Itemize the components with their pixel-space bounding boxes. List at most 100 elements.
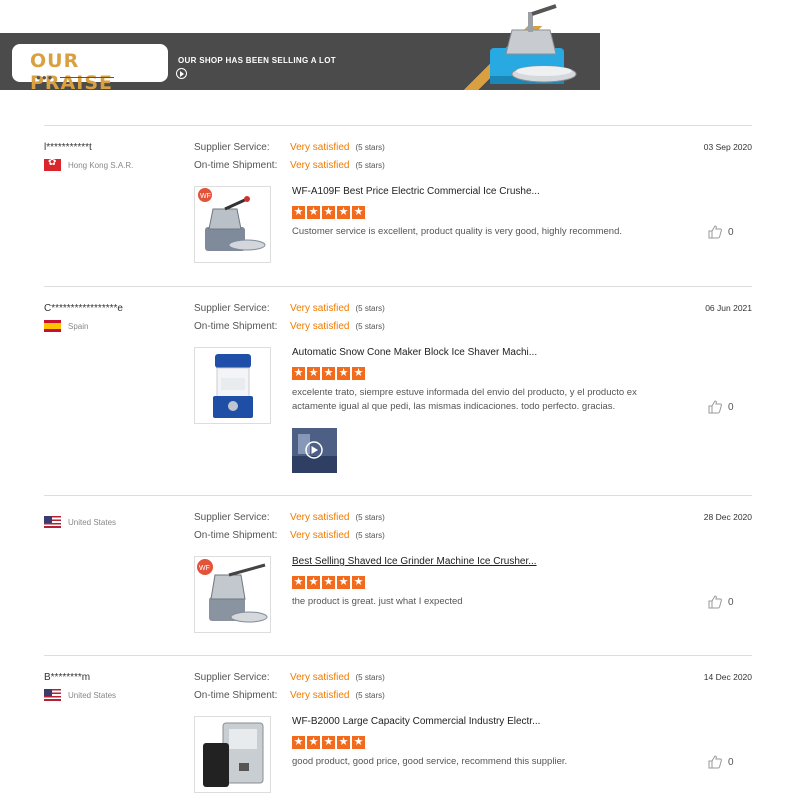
reviewer-name: l***********t [44, 142, 92, 153]
product-thumbnail[interactable] [194, 716, 271, 793]
review-comment: Customer service is excellent, product q… [292, 226, 623, 237]
star-icon: ★ [337, 206, 350, 219]
star-icon: ★ [352, 576, 365, 589]
rating-label: On-time Shipment: [194, 321, 278, 332]
thumbs-up-icon [708, 755, 722, 769]
ice-grinder-image: WF [197, 559, 268, 623]
like-count: 0 [728, 596, 734, 608]
star-icon: ★ [337, 576, 350, 589]
star-icon: ★ [337, 736, 350, 749]
es-flag-icon [44, 320, 61, 332]
rating-label: On-time Shipment: [194, 530, 278, 541]
like-count: 0 [728, 756, 734, 768]
rating-stars-text: (5 stars) [355, 304, 385, 313]
thumbs-up-icon [708, 595, 722, 609]
rating-stars-text: (5 stars) [355, 691, 385, 700]
product-title-link[interactable]: WF-A109F Best Price Electric Commercial … [292, 186, 540, 197]
reviewer-country: United States [44, 689, 116, 701]
like-button[interactable]: 0 [708, 595, 734, 609]
star-icon: ★ [337, 367, 350, 380]
star-icon: ★ [307, 576, 320, 589]
review-date: 06 Jun 2021 [705, 303, 752, 313]
shipment-rating: On-time Shipment: Very satisfied (5 stars) [194, 530, 385, 541]
reviewer-name: C*****************e [44, 303, 123, 314]
rating-stars-text: (5 stars) [355, 513, 385, 522]
rating-label: On-time Shipment: [194, 160, 278, 171]
star-icon: ★ [307, 206, 320, 219]
review-item: l***********t Hong Kong S.A.R. Supplier … [44, 125, 752, 285]
play-icon [292, 428, 337, 473]
rating-stars-text: (5 stars) [355, 322, 385, 331]
rating-value: Very satisfied [290, 142, 350, 153]
like-button[interactable]: 0 [708, 400, 734, 414]
rating-label: On-time Shipment: [194, 690, 278, 701]
snow-cone-maker-image [213, 354, 253, 418]
country-name: Spain [68, 321, 89, 331]
supplier-service-rating: Supplier Service: Very satisfied (5 stars) [194, 512, 385, 523]
product-thumbnail[interactable] [194, 347, 271, 424]
rating-value: Very satisfied [290, 512, 350, 523]
rating-value: Very satisfied [290, 530, 350, 541]
product-thumbnail[interactable]: WF [194, 556, 271, 633]
product-title-link[interactable]: Best Selling Shaved Ice Grinder Machine … [292, 556, 537, 567]
review-comment: excelente trato, siempre estuve informad… [292, 387, 637, 412]
supplier-service-rating: Supplier Service: Very satisfied (5 stars) [194, 142, 385, 153]
country-name: United States [68, 517, 117, 527]
star-icon: ★ [292, 576, 305, 589]
star-icon: ★ [352, 736, 365, 749]
reviewer-country: Spain [44, 320, 88, 332]
star-icon: ★ [307, 367, 320, 380]
us-flag-icon [44, 516, 61, 528]
product-title-link[interactable]: Automatic Snow Cone Maker Block Ice Shav… [292, 347, 537, 358]
like-button[interactable]: 0 [708, 755, 734, 769]
rating-stars-text: (5 stars) [355, 531, 385, 540]
rating-label: Supplier Service: [194, 142, 270, 153]
juicer-machine-image [203, 722, 264, 787]
product-thumbnail[interactable]: WF [194, 186, 271, 263]
rating-stars-text: (5 stars) [355, 143, 385, 152]
hk-flag-icon [44, 159, 61, 171]
review-date: 28 Dec 2020 [703, 512, 752, 522]
praise-title: OUR PRAISE [30, 50, 113, 90]
star-icon: ★ [292, 367, 305, 380]
thumbs-up-icon [708, 225, 722, 239]
star-rating: ★ ★ ★ ★ ★ [292, 736, 365, 749]
us-flag-icon [44, 689, 61, 701]
star-icon: ★ [352, 367, 365, 380]
star-rating: ★ ★ ★ ★ ★ [292, 576, 365, 589]
like-count: 0 [728, 401, 734, 413]
rating-value: Very satisfied [290, 672, 350, 683]
star-icon: ★ [322, 206, 335, 219]
praise-title-box: OUR PRAISE ●●● [12, 44, 168, 90]
reviewer-name: B********m [44, 672, 91, 683]
like-button[interactable]: 0 [708, 225, 734, 239]
star-icon: ★ [292, 736, 305, 749]
arrow-right-icon[interactable] [176, 68, 187, 79]
dots-decoration: ●●● [36, 73, 54, 82]
shipment-rating: On-time Shipment: Very satisfied (5 stars) [194, 321, 385, 332]
review-item: United States Supplier Service: Very sati… [44, 495, 752, 655]
supplier-service-rating: Supplier Service: Very satisfied (5 stars) [194, 672, 385, 683]
review-date: 03 Sep 2020 [703, 142, 752, 152]
star-icon: ★ [322, 367, 335, 380]
rating-label: Supplier Service: [194, 672, 270, 683]
star-icon: ★ [322, 576, 335, 589]
star-icon: ★ [322, 736, 335, 749]
rating-label: Supplier Service: [194, 512, 270, 523]
ice-crusher-image: WF [198, 188, 266, 251]
country-name: Hong Kong S.A.R. [68, 160, 134, 170]
product-title-link[interactable]: WF-B2000 Large Capacity Commercial Indus… [292, 716, 540, 727]
reviewer-country: Hong Kong S.A.R. [44, 159, 133, 171]
review-photo[interactable] [292, 428, 337, 473]
rating-stars-text: (5 stars) [355, 161, 385, 170]
svg-text:WF: WF [199, 565, 210, 572]
divider-line [60, 77, 114, 78]
rating-value: Very satisfied [290, 690, 350, 701]
thumbs-up-icon [708, 400, 722, 414]
svg-text:WF: WF [200, 193, 211, 200]
star-icon: ★ [352, 206, 365, 219]
review-comment: the product is great. just what I expect… [292, 596, 463, 607]
praise-banner: OUR PRAISE ●●● OUR SHOP HAS BEEN SELLING… [0, 0, 790, 90]
review-date: 14 Dec 2020 [703, 672, 752, 682]
star-icon: ★ [307, 736, 320, 749]
